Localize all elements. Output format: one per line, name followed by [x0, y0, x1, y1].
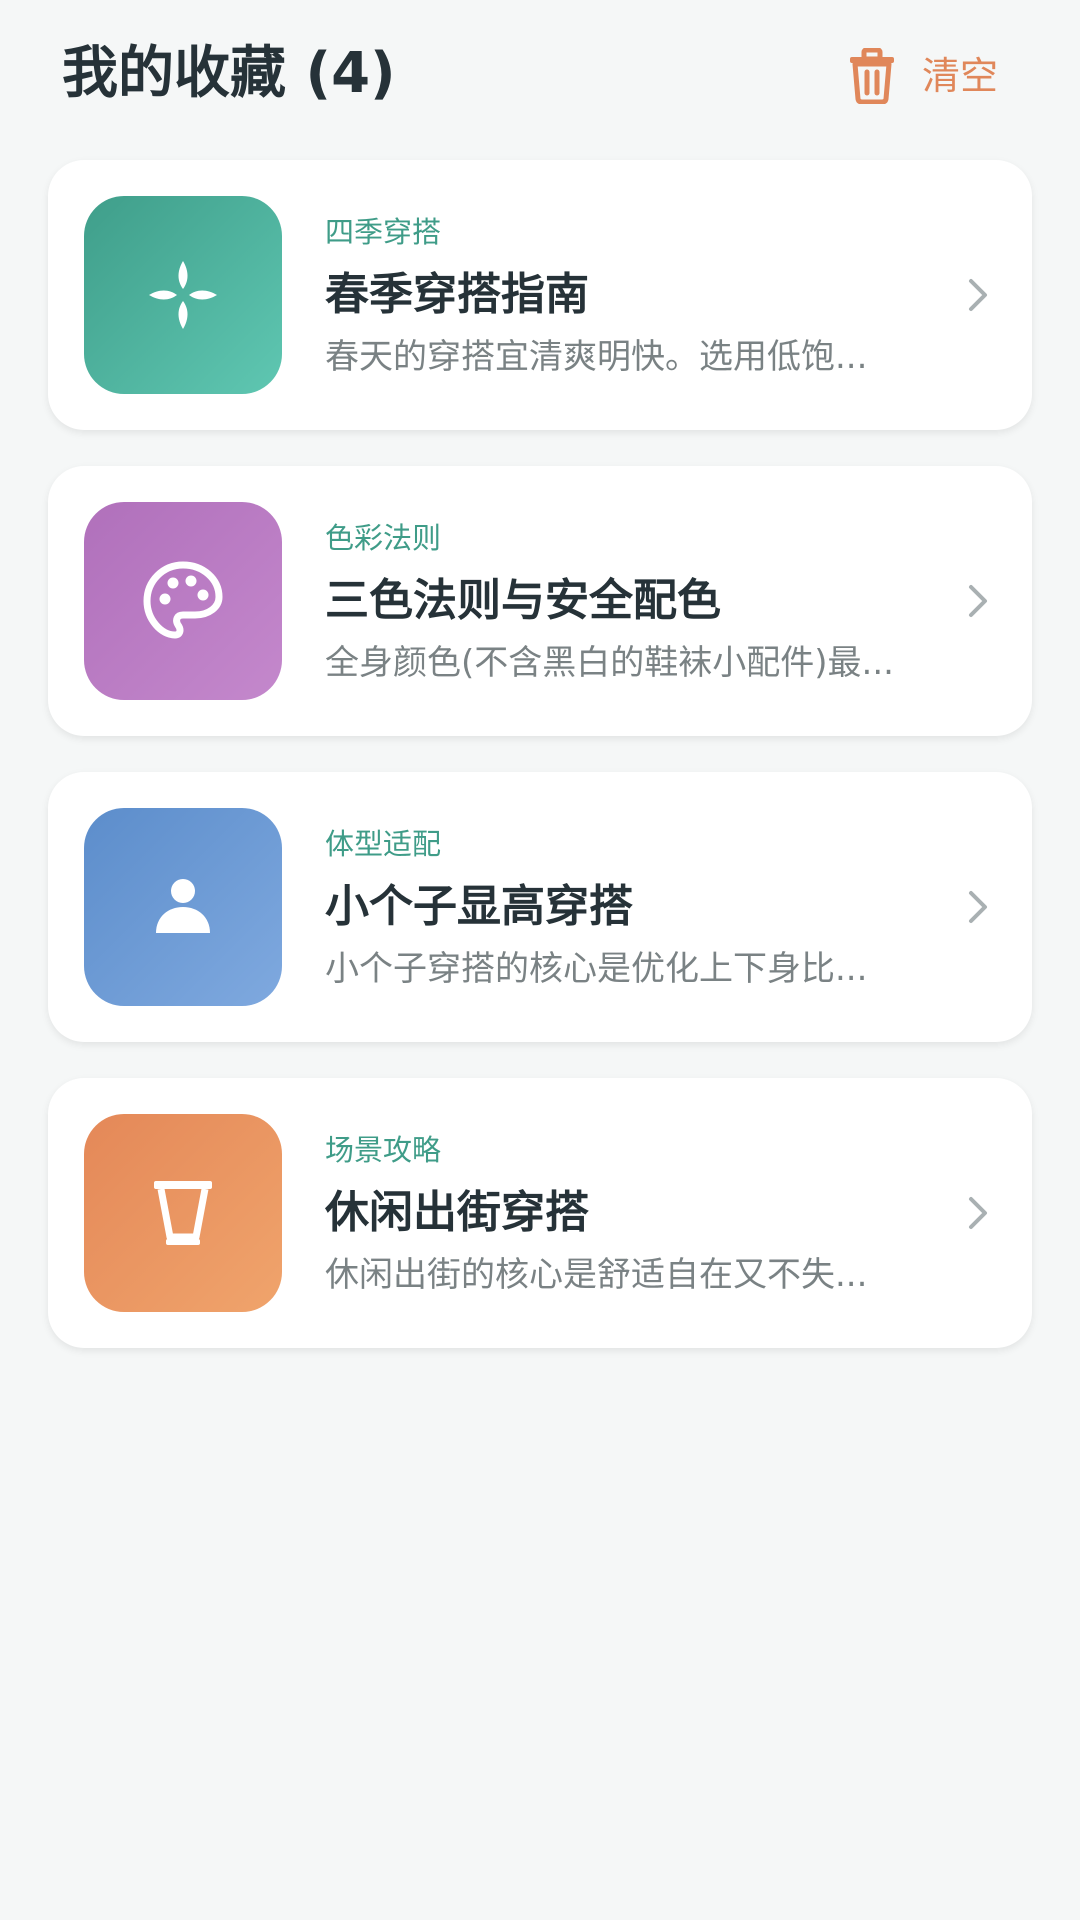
card-category: 色彩法则 [325, 521, 442, 555]
favorite-card-petite[interactable]: 体型适配 小个子显高穿搭 小个子穿搭的核心是优化上下身比... [48, 772, 1032, 1042]
flower-icon [143, 255, 223, 335]
header: 我的收藏 (4) 清空 [0, 0, 1080, 150]
favorite-card-spring[interactable]: 四季穿搭 春季穿搭指南 春天的穿搭宜清爽明快。选用低饱... [48, 160, 1032, 430]
card-title: 春季穿搭指南 [325, 269, 589, 320]
card-title: 休闲出街穿搭 [325, 1187, 589, 1238]
thumbnail [84, 196, 282, 394]
person-icon [151, 875, 215, 939]
card-category: 体型适配 [325, 827, 442, 861]
chevron-right-icon [969, 279, 987, 311]
card-title: 三色法则与安全配色 [325, 575, 721, 626]
clear-button[interactable]: 清空 [848, 40, 998, 112]
favorite-card-casual[interactable]: 场景攻略 休闲出街穿搭 休闲出街的核心是舒适自在又不失... [48, 1078, 1032, 1348]
card-category: 四季穿搭 [325, 215, 442, 249]
trash-icon [848, 48, 896, 104]
page-title: 我的收藏 (4) [62, 41, 396, 106]
card-excerpt: 休闲出街的核心是舒适自在又不失... [325, 1255, 868, 1295]
thumbnail [84, 808, 282, 1006]
thumbnail [84, 1114, 282, 1312]
chevron-right-icon [969, 891, 987, 923]
chevron-right-icon [969, 585, 987, 617]
card-excerpt: 全身颜色(不含黑白的鞋袜小配件)最... [325, 643, 894, 683]
card-excerpt: 春天的穿搭宜清爽明快。选用低饱... [325, 337, 868, 377]
cup-icon [151, 1177, 215, 1249]
card-title: 小个子显高穿搭 [325, 881, 633, 932]
thumbnail [84, 502, 282, 700]
card-category: 场景攻略 [325, 1133, 442, 1167]
clear-label: 清空 [922, 54, 999, 98]
favorite-card-color-rules[interactable]: 色彩法则 三色法则与安全配色 全身颜色(不含黑白的鞋袜小配件)最... [48, 466, 1032, 736]
palette-icon [141, 559, 225, 643]
chevron-right-icon [969, 1197, 987, 1229]
card-excerpt: 小个子穿搭的核心是优化上下身比... [325, 949, 868, 989]
